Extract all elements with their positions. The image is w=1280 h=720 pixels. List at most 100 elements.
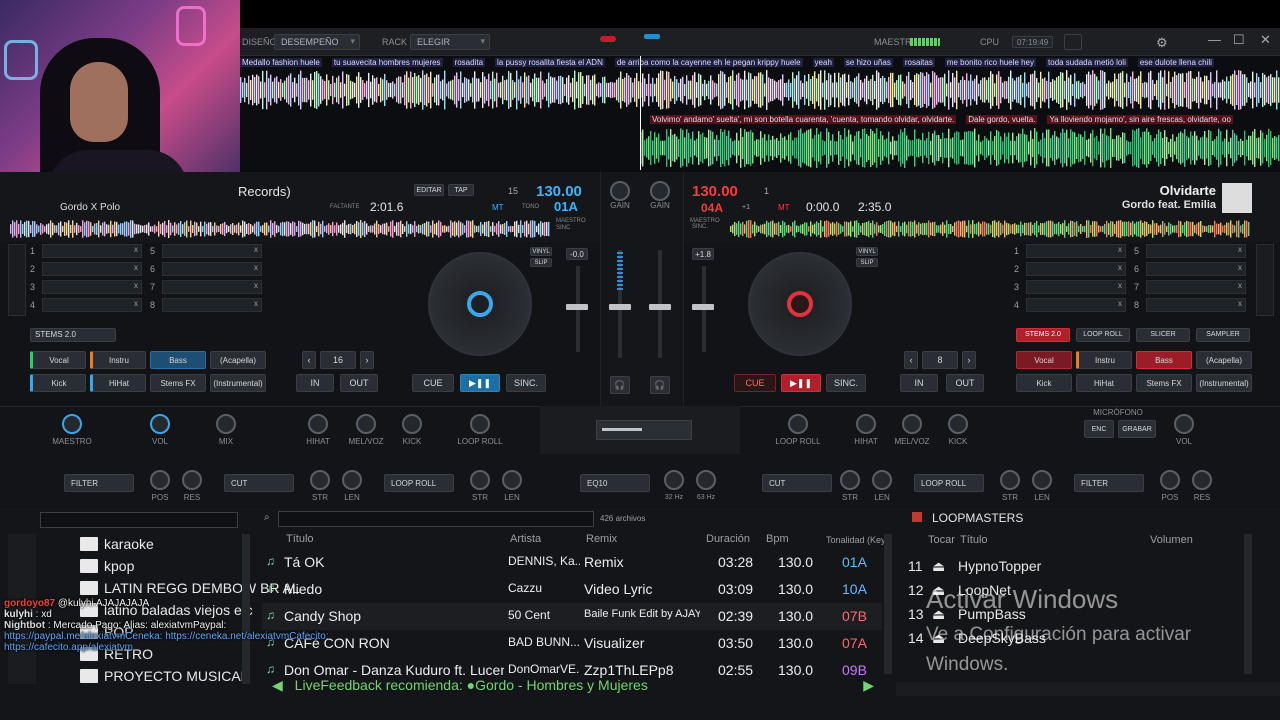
stem-button[interactable]: HiHat [1076,374,1132,392]
close-icon[interactable]: x [1238,245,1242,254]
close-icon[interactable]: x [254,245,258,254]
folder-item[interactable]: kpop [80,558,134,574]
hotcue-pad[interactable] [1026,280,1126,294]
right-arrow-icon[interactable]: ▶ [863,677,874,694]
edit-button[interactable]: EDITAR [414,184,444,196]
cue-left-button[interactable]: CUE [412,374,454,392]
fx-knob[interactable] [470,470,490,490]
close-icon[interactable]: x [1118,263,1122,272]
stem-button[interactable]: Instru [90,351,146,369]
hotcue-pad[interactable] [42,262,142,276]
cue-right-button[interactable]: CUE [734,374,776,392]
fx-select[interactable]: FILTER [1074,474,1144,492]
stem-button[interactable]: (Acapella) [210,351,266,369]
stem-button[interactable]: Kick [1016,374,1072,392]
folder-search-input[interactable] [40,512,238,528]
layout-select[interactable]: DESEMPEÑO [274,34,360,50]
knob[interactable] [1174,414,1194,434]
col-title[interactable]: Título [286,533,314,545]
hotcue-pad[interactable] [162,280,262,294]
hotcue-pad[interactable] [1146,262,1246,276]
fx-select[interactable]: FILTER [64,474,134,492]
hotcue-pad[interactable] [162,244,262,258]
knob[interactable] [356,414,376,434]
fx-knob[interactable] [1160,470,1180,490]
deck-right-zoom-waveform[interactable] [730,220,1250,238]
stem-button[interactable]: HiHat [90,374,146,392]
knob[interactable] [216,414,236,434]
col-remix[interactable]: Remix [586,533,617,545]
headphone-left-icon[interactable]: 🎧 [610,376,630,394]
fx-knob[interactable] [150,470,170,490]
close-icon[interactable]: x [134,281,138,290]
loop-next-left[interactable]: › [360,351,374,369]
sync-left-button[interactable]: SINC. [506,374,546,392]
pitch-fader-right-cap[interactable] [692,304,714,310]
loop-out-right[interactable]: OUT [946,374,984,392]
knob[interactable] [150,414,170,434]
stem-button[interactable]: Kick [30,374,86,392]
close-icon[interactable]: x [1238,281,1242,290]
channel-fader-right-cap[interactable] [649,304,671,310]
hotcue-pad[interactable] [1026,298,1126,312]
stem-button[interactable]: (Instrumental) [210,374,266,392]
table-row[interactable]: ♫ Miedo Cazzu Video Lyric 03:09 130.0 10A [262,576,882,603]
stems-select-left[interactable]: STEMS 2.0 [30,328,116,342]
loop-in-right[interactable]: IN [900,374,938,392]
vinyl-toggle-right[interactable]: VINYL [856,247,878,256]
fx-knob[interactable] [1192,470,1212,490]
col-key[interactable]: Tonalidad (Key) [826,535,889,545]
sync-right-button[interactable]: SINC. [826,374,866,392]
loop-size-right[interactable]: 8 [922,351,958,369]
stem-button[interactable]: Instru [1076,351,1132,369]
play-left-button[interactable]: ▶❚❚ [460,374,500,392]
slip-toggle-left[interactable]: SLIP [530,258,552,267]
fx-knob[interactable] [502,470,522,490]
loop-prev-right[interactable]: ‹ [904,351,918,369]
knob[interactable] [788,414,808,434]
folder-item[interactable]: karaoke [80,536,154,552]
close-icon[interactable]: x [134,299,138,308]
fx-knob[interactable] [310,470,330,490]
jog-wheel-right[interactable] [748,252,852,356]
stem-button[interactable]: (Instrumental) [1196,374,1252,392]
col-bpm[interactable]: Bpm [766,533,789,545]
stem-button[interactable]: Bass [150,351,206,369]
stem-button[interactable]: Bass [1136,351,1192,369]
vinyl-toggle-left[interactable]: VINYL [530,247,552,256]
close-icon[interactable]: x [254,299,258,308]
close-icon[interactable]: x [134,245,138,254]
stem-button[interactable]: Stems FX [1136,374,1192,392]
hotcue-pad[interactable] [1026,244,1126,258]
hotcue-side-tab[interactable] [8,244,26,316]
track-search-input[interactable] [278,511,594,527]
knob[interactable] [856,414,876,434]
mt-toggle[interactable]: MT [492,203,504,212]
loop-name[interactable]: HypnoTopper [958,558,1041,574]
hotcue-pad[interactable] [42,298,142,312]
table-row[interactable]: ♫ Tá OK DENNIS, Ka... Remix 03:28 130.0 01A [262,549,882,576]
close-icon[interactable]: x [254,281,258,290]
hotcue-pad[interactable] [42,280,142,294]
tab-slicer-right[interactable]: SLICER [1136,328,1190,342]
eq-63hz-knob[interactable] [696,470,716,490]
hotcue-pad[interactable] [1146,298,1246,312]
fx-knob[interactable] [1000,470,1020,490]
loop-prev-left[interactable]: ‹ [302,351,316,369]
bottom-toolbar[interactable] [896,682,1280,696]
close-icon[interactable]: x [134,263,138,272]
close-icon[interactable]: x [1238,299,1242,308]
play-loop-icon[interactable]: ⏏ [932,558,945,575]
loop-size-left[interactable]: 16 [320,351,356,369]
close-icon[interactable]: x [1238,263,1242,272]
close-icon[interactable]: x [1118,299,1122,308]
channel-fader-left-cap[interactable] [609,304,631,310]
knob[interactable] [948,414,968,434]
table-row[interactable]: ♫ CAFé CON RON BAD BUNN... Visualizer 03:50 1… [262,630,882,657]
crossfader-cap[interactable] [602,428,642,431]
close-icon[interactable]: x [1118,281,1122,290]
knob[interactable] [308,414,328,434]
mic-enc-button[interactable]: ENC [1084,420,1114,438]
gain-left-knob[interactable] [610,181,630,201]
play-right-button[interactable]: ▶❚❚ [781,374,821,392]
